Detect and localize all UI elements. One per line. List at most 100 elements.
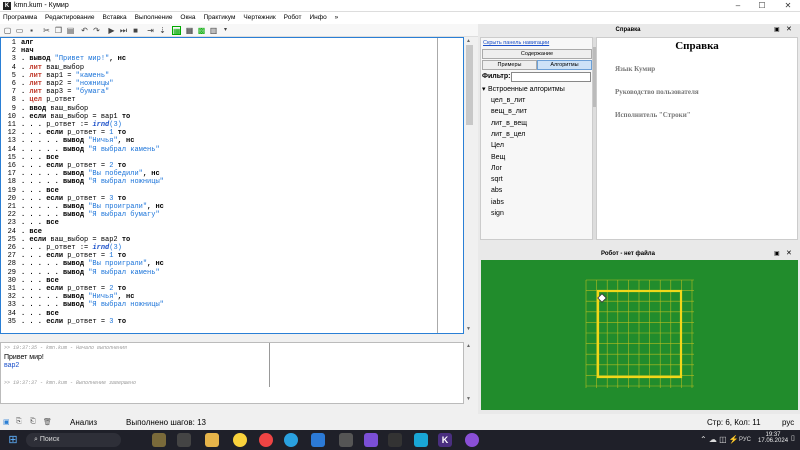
code-line[interactable]: . . . все: [21, 310, 59, 318]
grid-icon[interactable]: ▦: [185, 26, 194, 35]
app-icon[interactable]: [339, 433, 353, 447]
code-line[interactable]: . лит вар3 = "бумага": [21, 88, 109, 96]
code-line[interactable]: . если ваш_выбор = вар1 то: [21, 113, 130, 121]
code-line[interactable]: . цел р_ответ: [21, 96, 76, 104]
status-icon-3[interactable]: ⎗: [30, 418, 36, 426]
help-link-user-guide[interactable]: Руководство пользователя: [615, 88, 699, 96]
code-line[interactable]: . . . . . вывод "Я выбрал камень": [21, 269, 160, 277]
code-line[interactable]: . . . если р_ответ = 1 то: [21, 129, 126, 137]
trash-icon[interactable]: 🗑: [43, 418, 52, 426]
system-tray-icons[interactable]: ⌃ ☁ ◫ ⚡: [700, 435, 739, 444]
file-explorer-icon[interactable]: [205, 433, 219, 447]
help-link-kumir-language[interactable]: Язык Кумир: [615, 65, 655, 73]
code-line[interactable]: . . . если р_ответ = 3 то: [21, 318, 126, 326]
algorithm-list-item[interactable]: лит_в_вещ: [491, 118, 527, 129]
table-icon[interactable]: ▥: [209, 26, 218, 35]
cut-icon[interactable]: ✂: [42, 26, 51, 35]
start-icon[interactable]: ⊞: [6, 433, 20, 447]
app-icon[interactable]: [414, 433, 428, 447]
code-line[interactable]: . . . если р_ответ = 3 то: [21, 195, 126, 203]
dock-close-icon[interactable]: ✕: [786, 25, 792, 33]
code-line[interactable]: . . . . . вывод "Я выбрал бумагу": [21, 211, 160, 219]
code-line[interactable]: . . . . . вывод "Ничья", нс: [21, 137, 134, 145]
algorithm-list-item[interactable]: iabs: [491, 197, 504, 208]
algorithm-list-item[interactable]: вещ_в_лит: [491, 106, 527, 117]
dock-float-icon[interactable]: ▣: [774, 26, 780, 33]
robot-field[interactable]: [481, 260, 798, 410]
chrome-icon[interactable]: [259, 433, 273, 447]
undo-icon[interactable]: ↶: [80, 26, 89, 35]
algorithm-list-item[interactable]: sqrt: [491, 174, 503, 185]
editor-scroll-thumb[interactable]: [466, 45, 473, 125]
code-line[interactable]: . вывод "Привет мир!", нс: [21, 55, 126, 63]
app-icon[interactable]: [465, 433, 479, 447]
menu-run[interactable]: Выполнение: [132, 12, 176, 24]
scroll-down-icon[interactable]: ▼: [466, 396, 471, 402]
tree-root-builtin-algorithms[interactable]: Встроенные алгоритмы: [488, 84, 565, 95]
code-line[interactable]: . лит ваш_выбор: [21, 64, 84, 72]
app-icon[interactable]: [388, 433, 402, 447]
copy-icon[interactable]: ❐: [54, 26, 63, 35]
taskbar-language[interactable]: РУС: [739, 437, 751, 443]
taskbar-clock[interactable]: 19:37 17.06.2024: [758, 432, 788, 444]
code-line[interactable]: нач: [21, 47, 34, 55]
filter-input[interactable]: [511, 72, 591, 82]
code-line[interactable]: . все: [21, 228, 42, 236]
menu-info[interactable]: Инфо: [306, 12, 329, 24]
minimize-button[interactable]: –: [726, 0, 750, 12]
notification-icon[interactable]: ▯: [791, 434, 797, 444]
algorithm-list-item[interactable]: abs: [491, 185, 502, 196]
code-line[interactable]: алг: [21, 39, 34, 47]
code-line[interactable]: . если ваш_выбор = вар2 то: [21, 236, 130, 244]
menu-program[interactable]: Программа: [0, 12, 40, 24]
vscode-icon[interactable]: [311, 433, 325, 447]
menu-edit[interactable]: Редактирование: [42, 12, 98, 24]
draftsman-icon[interactable]: ▩: [197, 26, 206, 35]
tree-expand-icon[interactable]: ▾: [482, 84, 486, 95]
new-file-icon[interactable]: ▢: [3, 26, 12, 35]
code-area[interactable]: алг нач. вывод "Привет мир!", нс. лит ваш…: [1, 38, 437, 333]
code-line[interactable]: . . . . . вывод "Я выбрал камень": [21, 146, 160, 154]
code-line[interactable]: . . . все: [21, 219, 59, 227]
code-line[interactable]: . ввод ваш_выбор: [21, 105, 88, 113]
dock-close-icon[interactable]: ✕: [786, 249, 792, 257]
run-icon[interactable]: ▶: [107, 26, 116, 35]
menu-windows[interactable]: Окна: [177, 12, 198, 24]
run-debug-icon[interactable]: ⏭: [119, 26, 128, 35]
scroll-up-icon[interactable]: ▲: [466, 38, 471, 44]
code-line[interactable]: . . . р_ответ := irnd(3): [21, 121, 122, 129]
code-line[interactable]: . . . р_ответ := irnd(3): [21, 244, 122, 252]
kumir-taskbar-icon[interactable]: K: [438, 433, 452, 447]
stop-icon[interactable]: ■: [131, 26, 140, 35]
algorithm-list-item[interactable]: цел_в_лит: [491, 95, 525, 106]
yandex-browser-icon[interactable]: [233, 433, 247, 447]
console-scrollbar[interactable]: ▲ ▼: [464, 342, 475, 404]
algorithms-tab[interactable]: Алгоритмы: [537, 60, 592, 70]
menu-draftsman[interactable]: Чертежник: [240, 12, 278, 24]
code-line[interactable]: . . . если р_ответ = 2 то: [21, 162, 126, 170]
algorithm-list-item[interactable]: лит_в_цел: [491, 129, 525, 140]
examples-tab[interactable]: Примеры: [482, 60, 537, 70]
dock-float-icon[interactable]: ▣: [774, 250, 780, 257]
menu-robot[interactable]: Робот: [281, 12, 305, 24]
redo-icon[interactable]: ↷: [92, 26, 101, 35]
widget-icon[interactable]: [152, 433, 166, 447]
menu-overflow[interactable]: »: [332, 12, 342, 24]
contents-button[interactable]: Содержание: [482, 49, 592, 59]
code-line[interactable]: . . . если р_ответ = 2 то: [21, 285, 126, 293]
robot-window-icon[interactable]: ▦: [172, 26, 181, 36]
close-button[interactable]: ✕: [776, 0, 800, 12]
telegram-icon[interactable]: [284, 433, 298, 447]
taskbar-search[interactable]: ⌕ Поиск: [26, 433, 121, 447]
algorithm-list-item[interactable]: Лог: [491, 163, 502, 174]
app-icon[interactable]: [364, 433, 378, 447]
code-line[interactable]: . . . . . вывод "Я выбрал ножницы": [21, 301, 164, 309]
editor-scrollbar[interactable]: ▲ ▼: [464, 37, 475, 334]
algorithm-list-item[interactable]: sign: [491, 208, 504, 219]
algorithm-list-item[interactable]: Вещ: [491, 152, 505, 163]
maximize-button[interactable]: ☐: [750, 0, 774, 12]
code-line[interactable]: . . . . . вывод "Вы проиграли", нс: [21, 260, 164, 268]
step-over-icon[interactable]: ⇥: [146, 26, 155, 35]
code-editor[interactable]: 1 2 3 4 5 6 7 8 9 10 11 12 13 14 15 16 17 18 19 20 21 22 23 24 2…: [0, 37, 464, 334]
code-line[interactable]: . лит вар1 = "камень": [21, 72, 109, 80]
